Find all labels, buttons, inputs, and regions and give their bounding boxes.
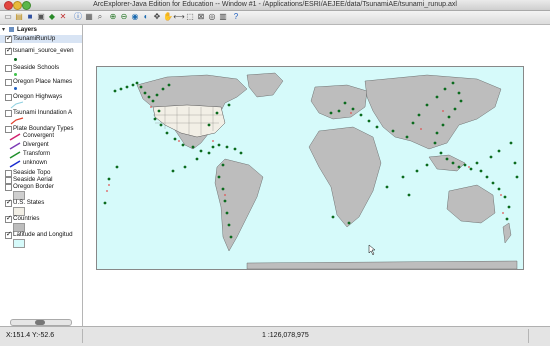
plate-boundary-legend-symbols bbox=[9, 133, 21, 168]
layer-item-lat-long[interactable]: Latitude and Longitud bbox=[0, 231, 82, 239]
find-icon[interactable]: ⌕ bbox=[95, 12, 105, 22]
layer-item-countries[interactable]: Countries bbox=[0, 215, 82, 223]
layer-visibility-checkbox[interactable] bbox=[5, 35, 12, 43]
table-icon[interactable]: ▥ bbox=[218, 12, 228, 22]
layer-item-oregon-highways[interactable]: Oregon Highways bbox=[0, 93, 82, 101]
lat-long-swatch bbox=[13, 239, 25, 248]
tree-expand-icon[interactable]: ▾ bbox=[2, 26, 5, 33]
full-extent-icon[interactable]: ◉ bbox=[130, 12, 140, 22]
greenland-landmass bbox=[246, 72, 284, 98]
layer-visibility-checkbox[interactable] bbox=[5, 65, 12, 72]
zoom-out-icon[interactable]: ⊖ bbox=[119, 12, 129, 22]
scrollbar-thumb[interactable] bbox=[35, 320, 45, 325]
legend-convergent: Convergent bbox=[23, 133, 55, 139]
europe-landmass bbox=[310, 84, 368, 120]
layers-heading: ▾ Layers bbox=[0, 26, 82, 34]
legend-unknown: unknown bbox=[23, 160, 48, 166]
status-bar: X:151.4 Y:-52.6 1 :126,078,975 bbox=[0, 326, 550, 346]
south-america-landmass bbox=[214, 158, 264, 252]
australia-landmass bbox=[446, 184, 496, 224]
layer-visibility-checkbox[interactable] bbox=[5, 231, 12, 239]
buffer-icon[interactable]: ◎ bbox=[207, 12, 217, 22]
measure-icon[interactable]: ⟷ bbox=[173, 12, 184, 22]
remove-layer-icon[interactable]: ✕ bbox=[58, 12, 68, 22]
world-map-svg bbox=[103, 72, 519, 269]
status-divider bbox=[82, 329, 83, 343]
layer-visibility-checkbox[interactable] bbox=[5, 184, 12, 191]
main-toolbar: ▭ ▤ ■ ▣ ◆ ✕ ⓘ ▦ ⌕ ⊕ ⊖ ◉ ◐ ✥ ✋ ⟷ ⬚ ⊠ ◎ ▥ … bbox=[0, 11, 550, 25]
southeast-asia-landmass bbox=[428, 154, 466, 172]
layer-item-tsunami-inundation[interactable]: Tsunami Inundation A bbox=[0, 109, 82, 117]
place-name-symbol bbox=[14, 87, 17, 90]
map-view[interactable] bbox=[83, 25, 550, 326]
layer-label: Oregon Place Names bbox=[13, 78, 73, 85]
add-layer-icon[interactable]: ◆ bbox=[47, 12, 57, 22]
clear-selection-icon[interactable]: ⊠ bbox=[196, 12, 206, 22]
select-icon[interactable]: ⬚ bbox=[185, 12, 195, 22]
layer-label: U.S. States bbox=[13, 199, 45, 206]
query-icon[interactable]: ▦ bbox=[84, 12, 94, 22]
highway-line-symbol bbox=[10, 101, 24, 109]
layer-visibility-checkbox[interactable] bbox=[5, 110, 12, 117]
tsunami-runup-symbol bbox=[14, 58, 17, 61]
layer-item-us-states[interactable]: U.S. States bbox=[0, 199, 82, 207]
identify-icon[interactable]: ⓘ bbox=[73, 12, 83, 22]
layer-visibility-checkbox[interactable] bbox=[5, 47, 12, 55]
help-icon[interactable]: ? bbox=[231, 12, 241, 22]
layer-label: Seaside Schools bbox=[13, 64, 60, 71]
status-divider bbox=[528, 329, 529, 343]
school-symbol bbox=[14, 73, 17, 76]
new-zealand-landmass bbox=[502, 222, 512, 244]
layer-visibility-checkbox[interactable] bbox=[5, 126, 12, 133]
layers-folder-icon bbox=[9, 27, 14, 32]
app-window: ArcExplorer-Java Edition for Education -… bbox=[0, 0, 550, 346]
layer-visibility-checkbox[interactable] bbox=[5, 94, 12, 101]
layer-visibility-checkbox[interactable] bbox=[5, 79, 12, 86]
save-icon[interactable]: ■ bbox=[25, 12, 35, 22]
new-project-icon[interactable]: ▭ bbox=[3, 12, 13, 22]
mouse-cursor-icon bbox=[368, 244, 376, 256]
layer-label: Oregon Highways bbox=[13, 93, 63, 100]
layers-horizontal-scrollbar[interactable] bbox=[10, 319, 72, 326]
layer-visibility-checkbox[interactable] bbox=[5, 199, 12, 207]
pan-tool-icon[interactable]: ✋ bbox=[163, 12, 173, 22]
layer-label: tsunami_source_even bbox=[13, 47, 74, 54]
layers-panel: ▾ Layers TsunamiRunUp tsunami_source_eve… bbox=[0, 25, 83, 326]
layer-item-tsunami-source[interactable]: tsunami_source_even bbox=[0, 47, 82, 55]
layer-label: Oregon Border bbox=[13, 183, 54, 190]
layer-label: TsunamiRunUp bbox=[13, 35, 56, 42]
legend-divergent: Divergent bbox=[23, 142, 49, 148]
zoom-in-icon[interactable]: ⊕ bbox=[108, 12, 118, 22]
layer-label: Tsunami Inundation A bbox=[13, 109, 73, 116]
cursor-coordinates: X:151.4 Y:-52.6 bbox=[6, 332, 55, 339]
inundation-line-symbol bbox=[10, 117, 24, 125]
antarctica-landmass bbox=[246, 260, 518, 269]
previous-extent-icon[interactable]: ◐ bbox=[141, 12, 151, 22]
africa-landmass bbox=[308, 126, 382, 228]
layer-label: Countries bbox=[13, 215, 40, 222]
layers-heading-label: Layers bbox=[17, 26, 37, 33]
window-title: ArcExplorer-Java Edition for Education -… bbox=[93, 1, 457, 8]
layer-item-seaside-schools[interactable]: Seaside Schools bbox=[0, 64, 82, 72]
layer-visibility-checkbox[interactable] bbox=[5, 215, 12, 223]
pan-icon[interactable]: ✥ bbox=[152, 12, 162, 22]
open-icon[interactable]: ▤ bbox=[14, 12, 24, 22]
title-bar[interactable]: ArcExplorer-Java Edition for Education -… bbox=[0, 0, 550, 11]
print-icon[interactable]: ▣ bbox=[36, 12, 46, 22]
asia-landmass bbox=[364, 74, 502, 150]
layer-label: Plate Boundary Types bbox=[13, 125, 74, 132]
layer-item-tsunami-runup[interactable]: TsunamiRunUp bbox=[0, 35, 82, 43]
legend-transform: Transform bbox=[23, 151, 51, 157]
layer-item-plate-boundary-types[interactable]: Plate Boundary Types bbox=[0, 125, 82, 133]
layer-label: Latitude and Longitud bbox=[13, 231, 73, 238]
layer-item-oregon-place-names[interactable]: Oregon Place Names bbox=[0, 78, 82, 86]
world-map[interactable] bbox=[96, 66, 524, 270]
layer-item-oregon-border[interactable]: Oregon Border bbox=[0, 183, 82, 191]
map-scale: 1 :126,078,975 bbox=[262, 332, 309, 339]
